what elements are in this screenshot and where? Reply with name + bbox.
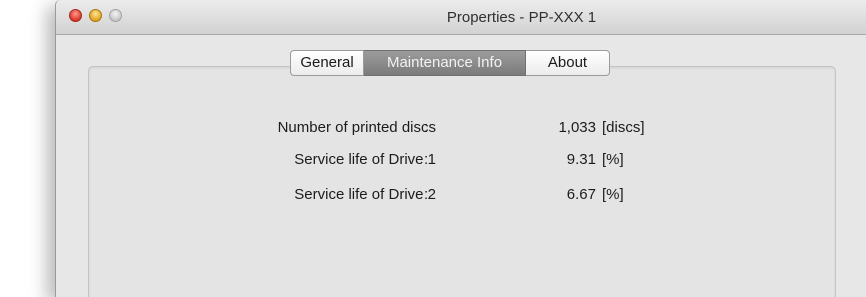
tab-content-panel [88, 66, 836, 297]
drive1-life-separator: : [424, 151, 429, 168]
properties-window: Properties - PP-XXX 1 General Maintenanc… [55, 0, 866, 297]
printed-discs-label: Number of printed discs [277, 119, 436, 136]
drive2-life-label: Service life of Drive 2 [294, 186, 436, 203]
window-title: Properties - PP-XXX 1 [446, 9, 597, 26]
drive1-life-unit: [%] [602, 151, 624, 168]
drive2-life-value: 6.67 [566, 186, 596, 203]
drive2-life-separator: : [424, 186, 429, 203]
drive2-life-unit: [%] [602, 186, 624, 203]
printed-discs-value: 1,033 [558, 119, 596, 136]
drive1-life-label: Service life of Drive 1 [294, 151, 436, 168]
tab-maintenance-info[interactable]: Maintenance Info [364, 50, 526, 76]
tab-bar: General Maintenance Info About [290, 50, 610, 76]
printed-discs-separator: : [424, 119, 429, 136]
tab-about[interactable]: About [526, 50, 610, 76]
printed-discs-unit: [discs] [602, 119, 645, 136]
title-bar[interactable]: Properties - PP-XXX 1 [56, 0, 866, 35]
drive1-life-value: 9.31 [566, 151, 596, 168]
tab-general[interactable]: General [290, 50, 364, 76]
